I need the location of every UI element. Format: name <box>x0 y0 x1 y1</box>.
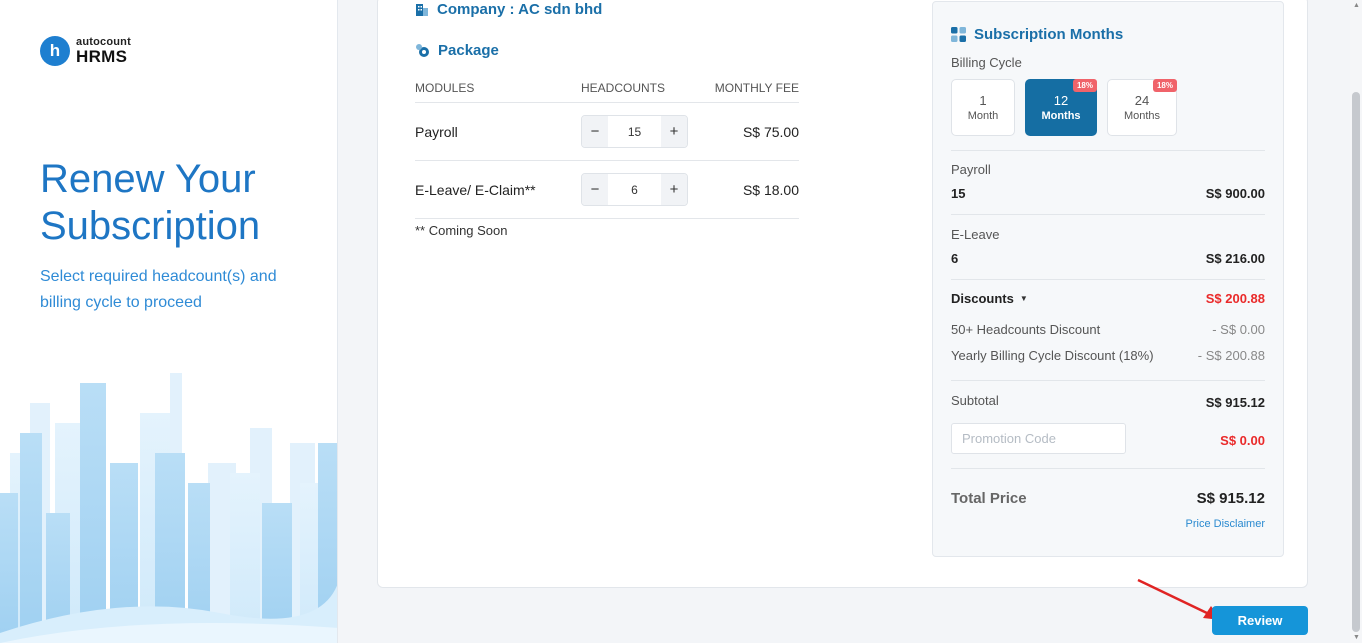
discount-item-amount: - S$ 200.88 <box>1197 348 1265 363</box>
increment-button[interactable]: + <box>661 174 687 205</box>
scrollbar-thumb[interactable] <box>1352 92 1360 632</box>
headcount-stepper-eleave[interactable]: − 6 + <box>581 173 688 206</box>
decrement-button[interactable]: − <box>582 116 608 147</box>
header-modules: MODULES <box>415 80 475 95</box>
summary-title: Subscription Months <box>974 26 1124 43</box>
cycle-option-24-months[interactable]: 18% 24 Months <box>1107 79 1177 136</box>
discounts-toggle[interactable]: Discounts ▼ <box>951 291 1028 306</box>
cycle-option-1-month[interactable]: 1 Month <box>951 79 1015 136</box>
module-name: Payroll <box>415 123 458 140</box>
vertical-scrollbar[interactable]: ▲ ▼ <box>1350 0 1362 643</box>
eleave-amount: S$ 216.00 <box>1205 251 1265 266</box>
divider <box>951 468 1265 469</box>
package-icon <box>416 44 429 57</box>
subtotal-amount: S$ 915.12 <box>1205 395 1265 410</box>
scroll-up-arrow-icon[interactable]: ▲ <box>1353 2 1360 9</box>
scroll-down-arrow-icon[interactable]: ▼ <box>1353 634 1360 641</box>
divider <box>951 150 1265 151</box>
billing-cycle-label: Billing Cycle <box>951 55 1022 70</box>
divider <box>951 279 1265 280</box>
city-skyline-illustration <box>0 373 337 643</box>
eleave-count: 6 <box>951 251 959 266</box>
discount-badge: 18% <box>1152 79 1177 92</box>
total-label: Total Price <box>951 490 1027 507</box>
promotion-code-input[interactable] <box>951 423 1126 454</box>
caret-down-icon: ▼ <box>1019 294 1028 303</box>
payroll-amount: S$ 900.00 <box>1205 186 1265 201</box>
header-headcounts: HEADCOUNTS <box>581 80 666 95</box>
discount-badge: 18% <box>1072 79 1097 92</box>
review-button[interactable]: Review <box>1212 606 1308 635</box>
left-panel: h autocount HRMS Renew Your Subscription… <box>0 0 338 643</box>
payroll-count: 15 <box>951 186 966 201</box>
package-header: Package <box>415 42 499 59</box>
subscription-summary: Subscription Months Billing Cycle 1 Mont… <box>932 1 1284 557</box>
divider <box>951 380 1265 381</box>
total-amount: S$ 915.12 <box>1196 490 1265 507</box>
subscription-card: Company : AC sdn bhd Package MODULES HEA… <box>377 0 1308 588</box>
decrement-button[interactable]: − <box>582 174 608 205</box>
modules-table: MODULES HEADCOUNTS MONTHLY FEE Payroll −… <box>415 73 799 219</box>
headcount-stepper-payroll[interactable]: − 15 + <box>581 115 688 148</box>
cycle-unit: Months <box>1123 110 1161 122</box>
subtotal-label: Subtotal <box>951 393 999 408</box>
increment-button[interactable]: + <box>661 116 687 147</box>
headcount-value[interactable]: 15 <box>608 125 661 139</box>
coming-soon-note: ** Coming Soon <box>415 223 508 238</box>
package-label: Package <box>438 42 499 59</box>
cycle-number: 12 <box>1053 93 1069 108</box>
brand-name-bottom: HRMS <box>76 47 128 66</box>
company-header: Company : AC sdn bhd <box>415 1 602 18</box>
billing-cycle-options: 1 Month 18% 12 Months 18% 24 Months <box>951 79 1177 136</box>
cycle-number: 24 <box>1134 93 1150 108</box>
module-fee: S$ 75.00 <box>742 123 799 140</box>
discounts-label: Discounts <box>951 291 1014 306</box>
discount-item-label: 50+ Headcounts Discount <box>951 322 1101 337</box>
headcount-value[interactable]: 6 <box>608 183 661 197</box>
building-icon <box>416 3 428 16</box>
module-fee: S$ 18.00 <box>742 181 799 198</box>
payroll-label: Payroll <box>951 162 991 177</box>
cycle-unit: Months <box>1041 110 1081 122</box>
company-label: Company : AC sdn bhd <box>437 1 603 18</box>
table-header: MODULES HEADCOUNTS MONTHLY FEE <box>415 73 799 103</box>
eleave-label: E-Leave <box>951 227 1000 242</box>
page-subtitle: Select required headcount(s) and billing… <box>40 268 277 311</box>
page-title: Renew Your Subscription <box>40 157 261 248</box>
divider <box>951 214 1265 215</box>
summary-header: Subscription Months <box>951 26 1123 43</box>
discount-item-amount: - S$ 0.00 <box>1212 322 1265 337</box>
header-monthly-fee: MONTHLY FEE <box>714 80 799 95</box>
grid-icon <box>951 27 966 42</box>
cycle-option-12-months[interactable]: 18% 12 Months <box>1025 79 1097 136</box>
table-row: E-Leave/ E-Claim** − 6 + S$ 18.00 <box>415 161 799 219</box>
discount-item-label: Yearly Billing Cycle Discount (18%) <box>951 348 1154 363</box>
cycle-unit: Month <box>967 110 999 122</box>
discounts-amount: S$ 200.88 <box>1205 291 1265 306</box>
module-name: E-Leave/ E-Claim** <box>415 181 536 198</box>
price-disclaimer-link[interactable]: Price Disclaimer <box>1186 518 1265 530</box>
cycle-number: 1 <box>979 93 987 108</box>
promo-amount: S$ 0.00 <box>1220 433 1265 448</box>
brand-mark-icon: h <box>40 36 70 66</box>
table-row: Payroll − 15 + S$ 75.00 <box>415 103 799 161</box>
brand-logo: h autocount HRMS <box>40 36 131 66</box>
